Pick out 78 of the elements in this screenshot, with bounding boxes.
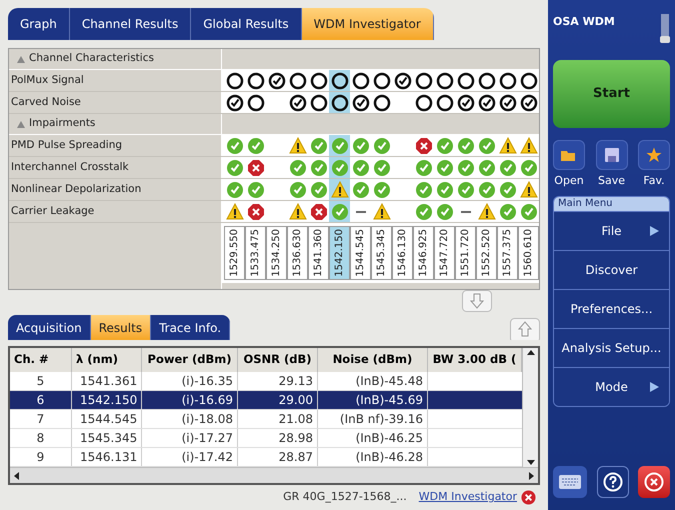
wavelength-header[interactable]: 1529.550 bbox=[224, 226, 245, 280]
section-title: Impairments bbox=[29, 116, 96, 132]
start-button[interactable]: Start bbox=[553, 60, 670, 128]
vertical-scrollbar[interactable] bbox=[522, 348, 538, 467]
table-cell: (i)-16.69 bbox=[142, 391, 238, 409]
wavelength-header[interactable]: 1552.520 bbox=[476, 226, 497, 280]
wavelength-header[interactable]: 1546.925 bbox=[413, 226, 434, 280]
table-cell: (i)-17.27 bbox=[142, 429, 238, 447]
table-cell: 21.08 bbox=[238, 410, 318, 428]
table-row[interactable]: 8 1545.345 (i)-17.27 28.98 (InB)-46.25 bbox=[10, 429, 522, 448]
wavelength-header[interactable]: 1541.360 bbox=[308, 226, 329, 280]
table-cell: (i)-17.42 bbox=[142, 448, 238, 466]
tab[interactable]: WDM Investigator bbox=[302, 8, 434, 40]
table-cell: (InB)-46.25 bbox=[318, 429, 428, 447]
wavelength-header[interactable]: 1544.545 bbox=[350, 226, 371, 280]
column-header[interactable]: OSNR (dB) bbox=[238, 348, 318, 372]
menu-item[interactable]: Mode bbox=[554, 366, 669, 406]
wavelength-header[interactable]: 1545.345 bbox=[371, 226, 392, 280]
section-title: Channel Characteristics bbox=[29, 51, 154, 66]
scroll-right-icon[interactable] bbox=[526, 470, 536, 480]
up-arrow-icon[interactable] bbox=[510, 318, 540, 340]
table-cell: (i)-18.08 bbox=[142, 410, 238, 428]
table-cell: (i)-16.35 bbox=[142, 372, 238, 390]
tab[interactable]: Graph bbox=[8, 8, 70, 40]
wavelength-header[interactable]: 1534.250 bbox=[266, 226, 287, 280]
table-cell: 1541.361 bbox=[72, 372, 142, 390]
keyboard-icon bbox=[559, 475, 581, 489]
wavelength-header[interactable]: 1533.475 bbox=[245, 226, 266, 280]
tab[interactable]: Results bbox=[90, 315, 152, 340]
tab[interactable]: Acquisition bbox=[8, 315, 91, 340]
file-name: GR 40G_1527-1568_... bbox=[283, 489, 407, 506]
table-cell: (InB)-45.48 bbox=[318, 372, 428, 390]
table-cell: 1544.545 bbox=[72, 410, 142, 428]
tab[interactable]: Channel Results bbox=[70, 8, 192, 40]
column-header[interactable]: Noise (dBm) bbox=[318, 348, 428, 372]
wavelength-header[interactable]: 1536.630 bbox=[287, 226, 308, 280]
wavelength-header[interactable]: 1546.130 bbox=[392, 226, 413, 280]
wavelength-header[interactable]: 1560.610 bbox=[518, 226, 539, 280]
wavelength-header[interactable]: 1551.720 bbox=[455, 226, 476, 280]
table-cell: (InB)-46.28 bbox=[318, 448, 428, 466]
close-icon bbox=[644, 472, 664, 492]
scroll-left-icon[interactable] bbox=[12, 470, 22, 480]
table-cell: 1545.345 bbox=[72, 429, 142, 447]
table-cell: 8 bbox=[10, 429, 72, 447]
table-cell: (InB)-45.69 bbox=[318, 391, 428, 409]
table-row[interactable]: 6 1542.150 (i)-16.69 29.00 (InB)-45.69 bbox=[10, 391, 522, 410]
menu-title: Main Menu bbox=[554, 196, 669, 210]
close-icon[interactable] bbox=[521, 490, 536, 505]
horizontal-scrollbar[interactable] bbox=[10, 467, 538, 483]
folder-icon bbox=[561, 148, 577, 162]
tab[interactable]: Global Results bbox=[191, 8, 302, 40]
help-icon bbox=[602, 472, 622, 492]
wdm-investigator-link[interactable]: WDM Investigator bbox=[418, 489, 517, 506]
table-cell: 28.87 bbox=[238, 448, 318, 466]
help-button[interactable] bbox=[596, 466, 628, 498]
table-cell: 29.13 bbox=[238, 372, 318, 390]
table-row[interactable]: 7 1544.545 (i)-18.08 21.08 (InB nf)-39.16 bbox=[10, 410, 522, 429]
column-header[interactable]: Power (dBm) bbox=[142, 348, 238, 372]
table-cell: (InB nf)-39.16 bbox=[318, 410, 428, 428]
scroll-up-icon[interactable] bbox=[526, 348, 536, 358]
column-header[interactable]: Ch. # bbox=[10, 348, 72, 372]
table-cell: 29.00 bbox=[238, 391, 318, 409]
wavelength-header[interactable]: 1557.375 bbox=[497, 226, 518, 280]
table-cell: 28.98 bbox=[238, 429, 318, 447]
table-cell: 7 bbox=[10, 410, 72, 428]
table-cell: 5 bbox=[10, 372, 72, 390]
column-header[interactable]: λ (nm) bbox=[72, 348, 142, 372]
star-icon bbox=[646, 147, 662, 163]
table-cell: 1546.131 bbox=[72, 448, 142, 466]
table-cell: 9 bbox=[10, 448, 72, 466]
tab[interactable]: Trace Info. bbox=[151, 315, 230, 340]
keyboard-button[interactable] bbox=[553, 466, 587, 498]
exit-button[interactable] bbox=[638, 466, 670, 498]
table-cell: 1542.150 bbox=[72, 391, 142, 409]
wavelength-header[interactable]: 1547.720 bbox=[434, 226, 455, 280]
wavelength-header[interactable]: 1542.150 bbox=[329, 226, 350, 280]
table-cell: 6 bbox=[10, 391, 72, 409]
panel-title: OSA WDM bbox=[553, 14, 615, 30]
